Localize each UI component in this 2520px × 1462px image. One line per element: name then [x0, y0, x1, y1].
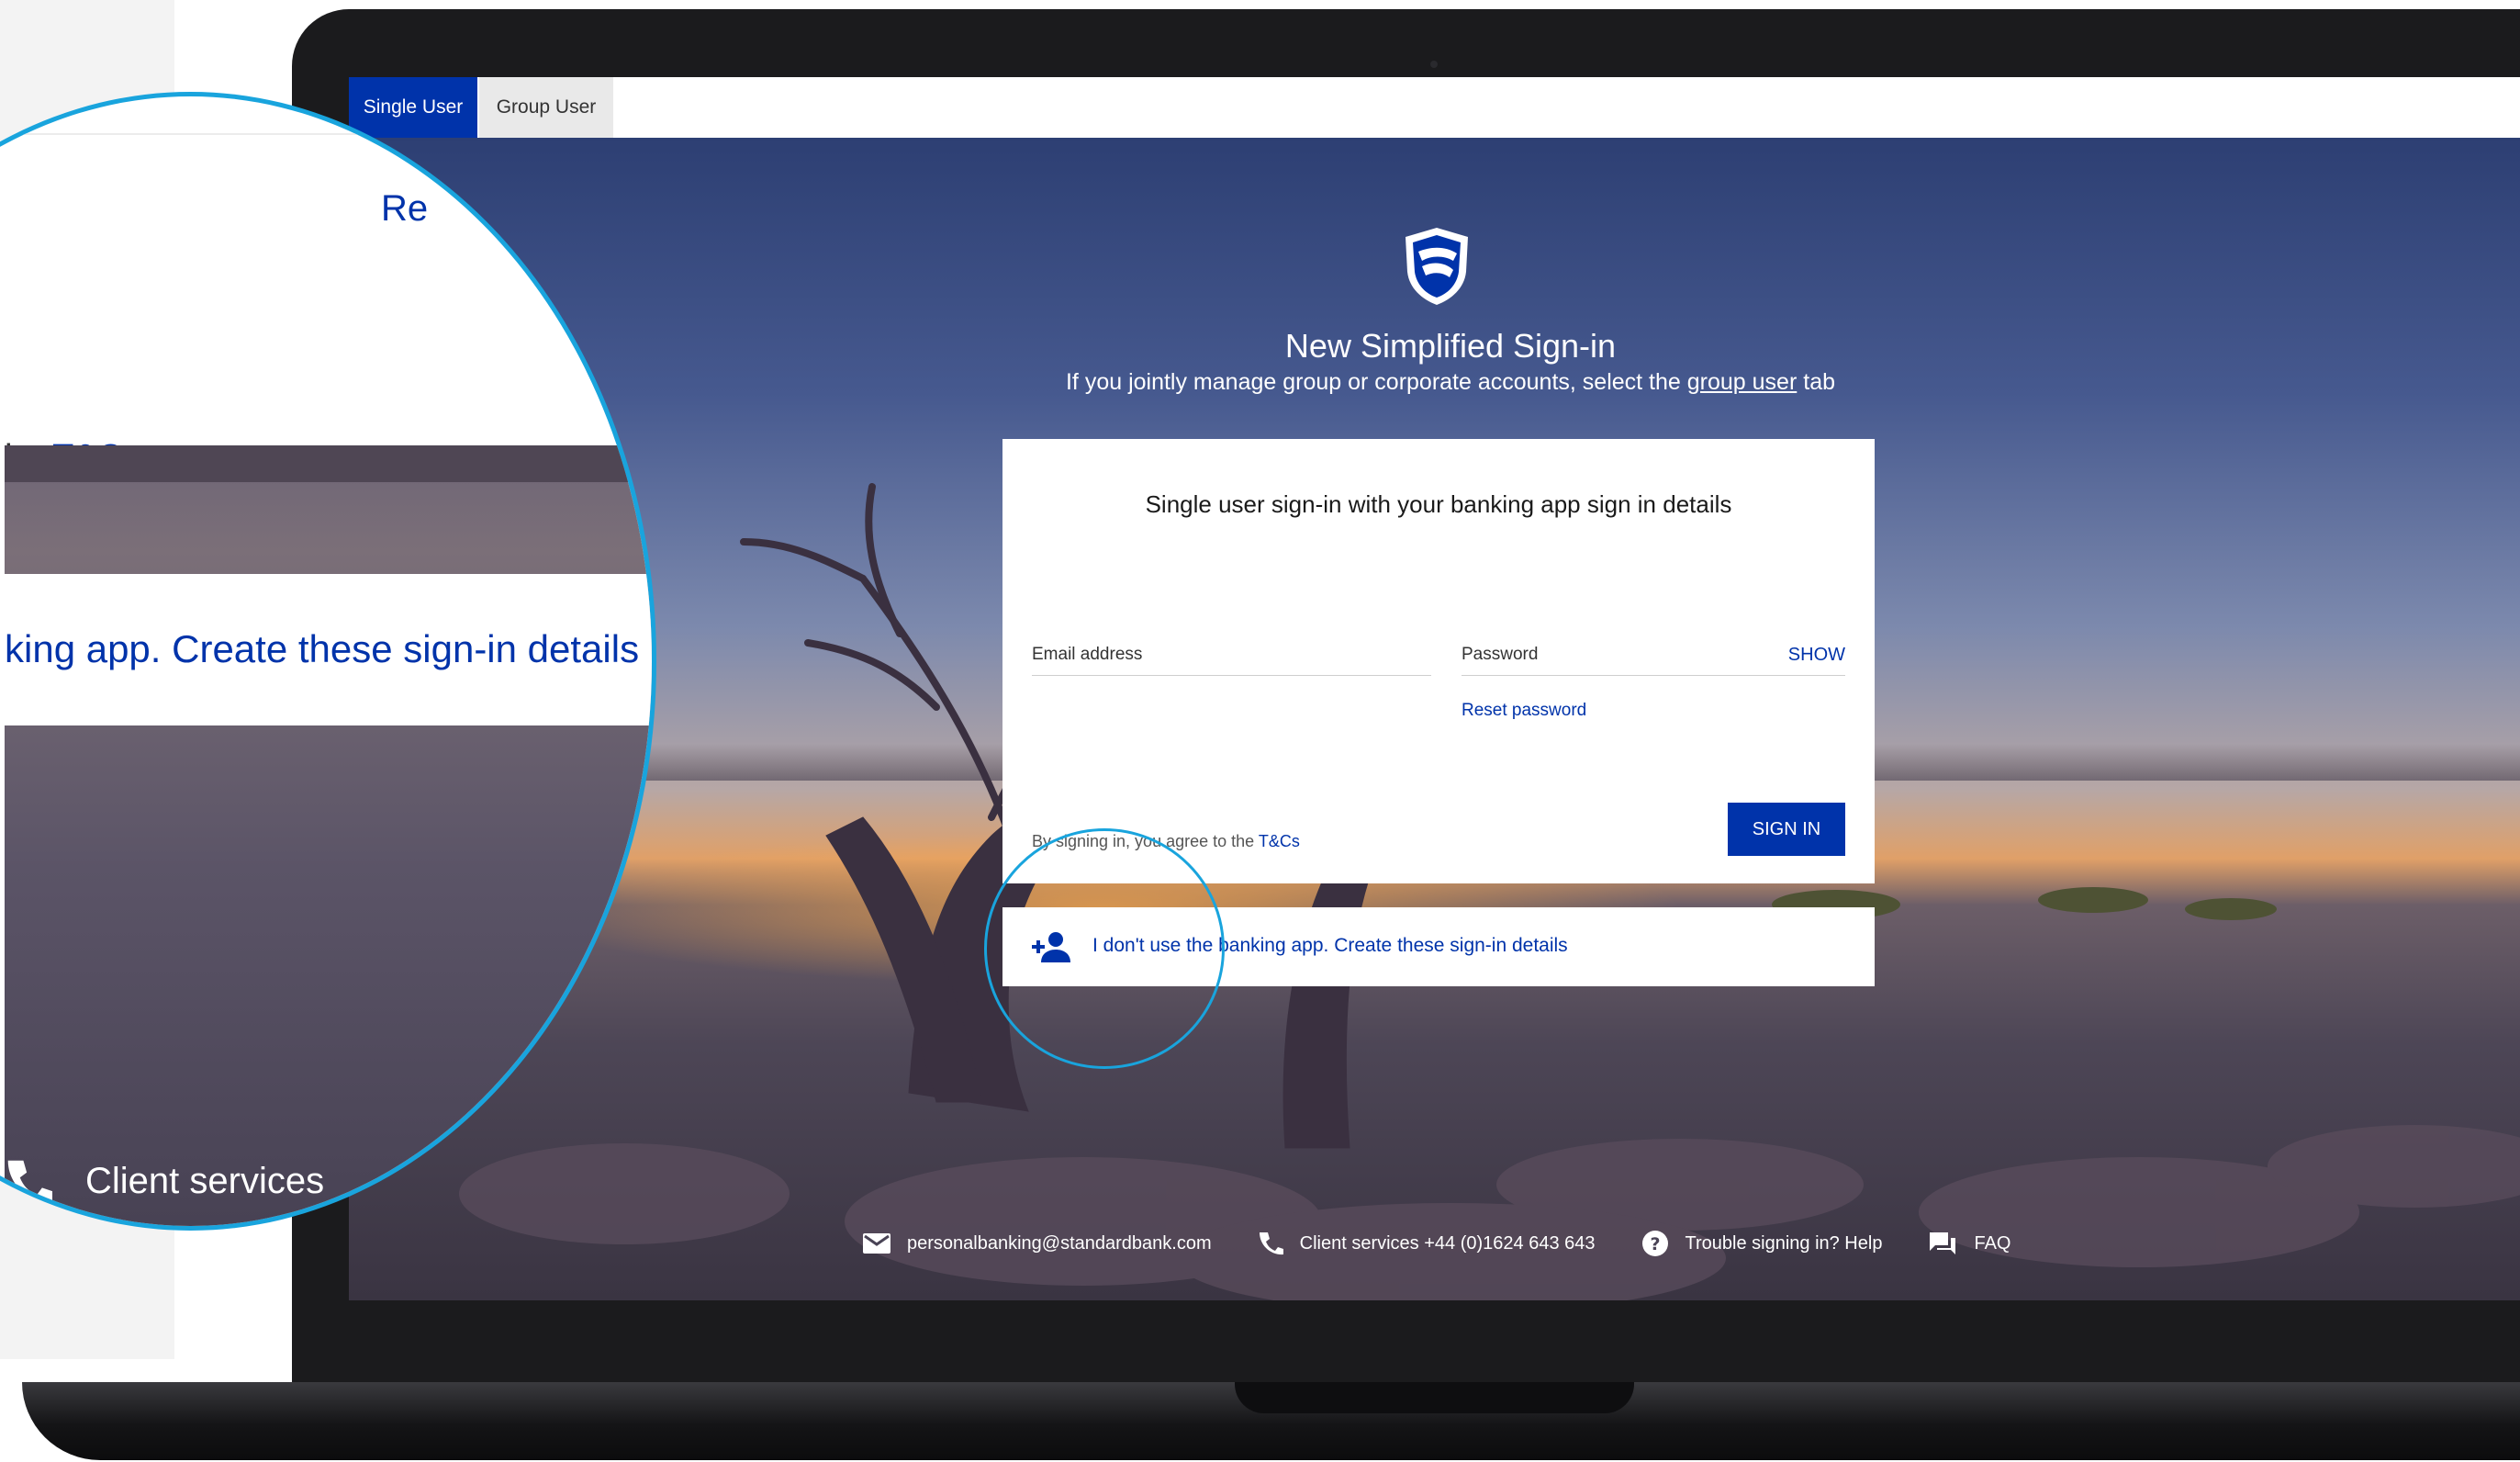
page-subtitle: If you jointly manage group or corporate… — [349, 369, 2520, 396]
password-label: Password — [1462, 645, 1539, 664]
footer-faq-text: FAQ — [1974, 1232, 2011, 1254]
footer-links: personalbanking@standardbank.com Client … — [863, 1225, 2056, 1262]
page-title: New Simplified Sign-in — [1284, 327, 1617, 365]
help-icon: ? — [1641, 1231, 1668, 1256]
zoom-dark-band — [5, 445, 652, 482]
bank-shield-logo-icon — [1406, 228, 1468, 305]
zoom-reset-fragment: Re — [381, 188, 429, 229]
email-label: Email address — [1032, 645, 1143, 664]
footer-email-text: personalbanking@standardbank.com — [907, 1232, 1212, 1254]
footer-client-services-link[interactable]: Client services +44 (0)1624 643 643 — [1258, 1231, 1596, 1256]
footer-email-link[interactable]: personalbanking@standardbank.com — [863, 1233, 1212, 1254]
zoom-client-services-text: Client services — [85, 1160, 325, 1201]
footer-faq-link[interactable]: FAQ — [1928, 1231, 2010, 1256]
laptop-camera — [1430, 61, 1438, 68]
phone-icon — [1259, 1232, 1283, 1255]
card-heading: Single user sign-in with your banking ap… — [1145, 490, 1732, 518]
sign-in-button[interactable]: SIGN IN — [1728, 803, 1845, 856]
mail-icon — [863, 1233, 890, 1254]
zoom-lens-content: Re he T&Cs king app. Create these sign-i… — [5, 96, 652, 1226]
password-field[interactable]: Password SHOW — [1462, 637, 1845, 676]
subtitle-text: If you jointly manage group or corporate… — [1065, 369, 1687, 395]
subtitle-text-end: tab — [1797, 369, 1835, 395]
sign-in-card: Single user sign-in with your banking ap… — [1002, 439, 1875, 883]
terms-link[interactable]: T&Cs — [1259, 832, 1300, 850]
zoom-divider — [5, 133, 652, 135]
reset-password-link[interactable]: Reset password — [1462, 701, 1586, 721]
chat-bubbles-icon — [1930, 1232, 1956, 1254]
laptop-notch — [1235, 1382, 1634, 1413]
zoom-client-services: Client services — [5, 1157, 324, 1205]
highlight-circle — [984, 828, 1225, 1069]
phone-icon — [7, 1160, 52, 1202]
email-field[interactable]: Email address — [1032, 637, 1431, 676]
marketing-screenshot: Single User Group User New Simplified Si… — [0, 0, 2520, 1462]
show-password-button[interactable]: SHOW — [1788, 645, 1845, 666]
zoom-create-fragment: king app. Create these sign-in details — [5, 627, 640, 670]
svg-text:?: ? — [1650, 1234, 1660, 1254]
browser-screen: Single User Group User New Simplified Si… — [349, 77, 2520, 1300]
footer-help-text: Trouble signing in? Help — [1685, 1232, 1883, 1254]
group-user-link[interactable]: group user — [1687, 369, 1798, 395]
footer-help-link[interactable]: ? Trouble signing in? Help — [1641, 1230, 1883, 1257]
user-type-tabs: Single User Group User — [349, 77, 2520, 138]
zoom-lens: Re he T&Cs king app. Create these sign-i… — [0, 92, 656, 1231]
footer-client-services-text: Client services +44 (0)1624 643 643 — [1299, 1232, 1596, 1254]
zoom-landscape — [5, 445, 652, 1226]
